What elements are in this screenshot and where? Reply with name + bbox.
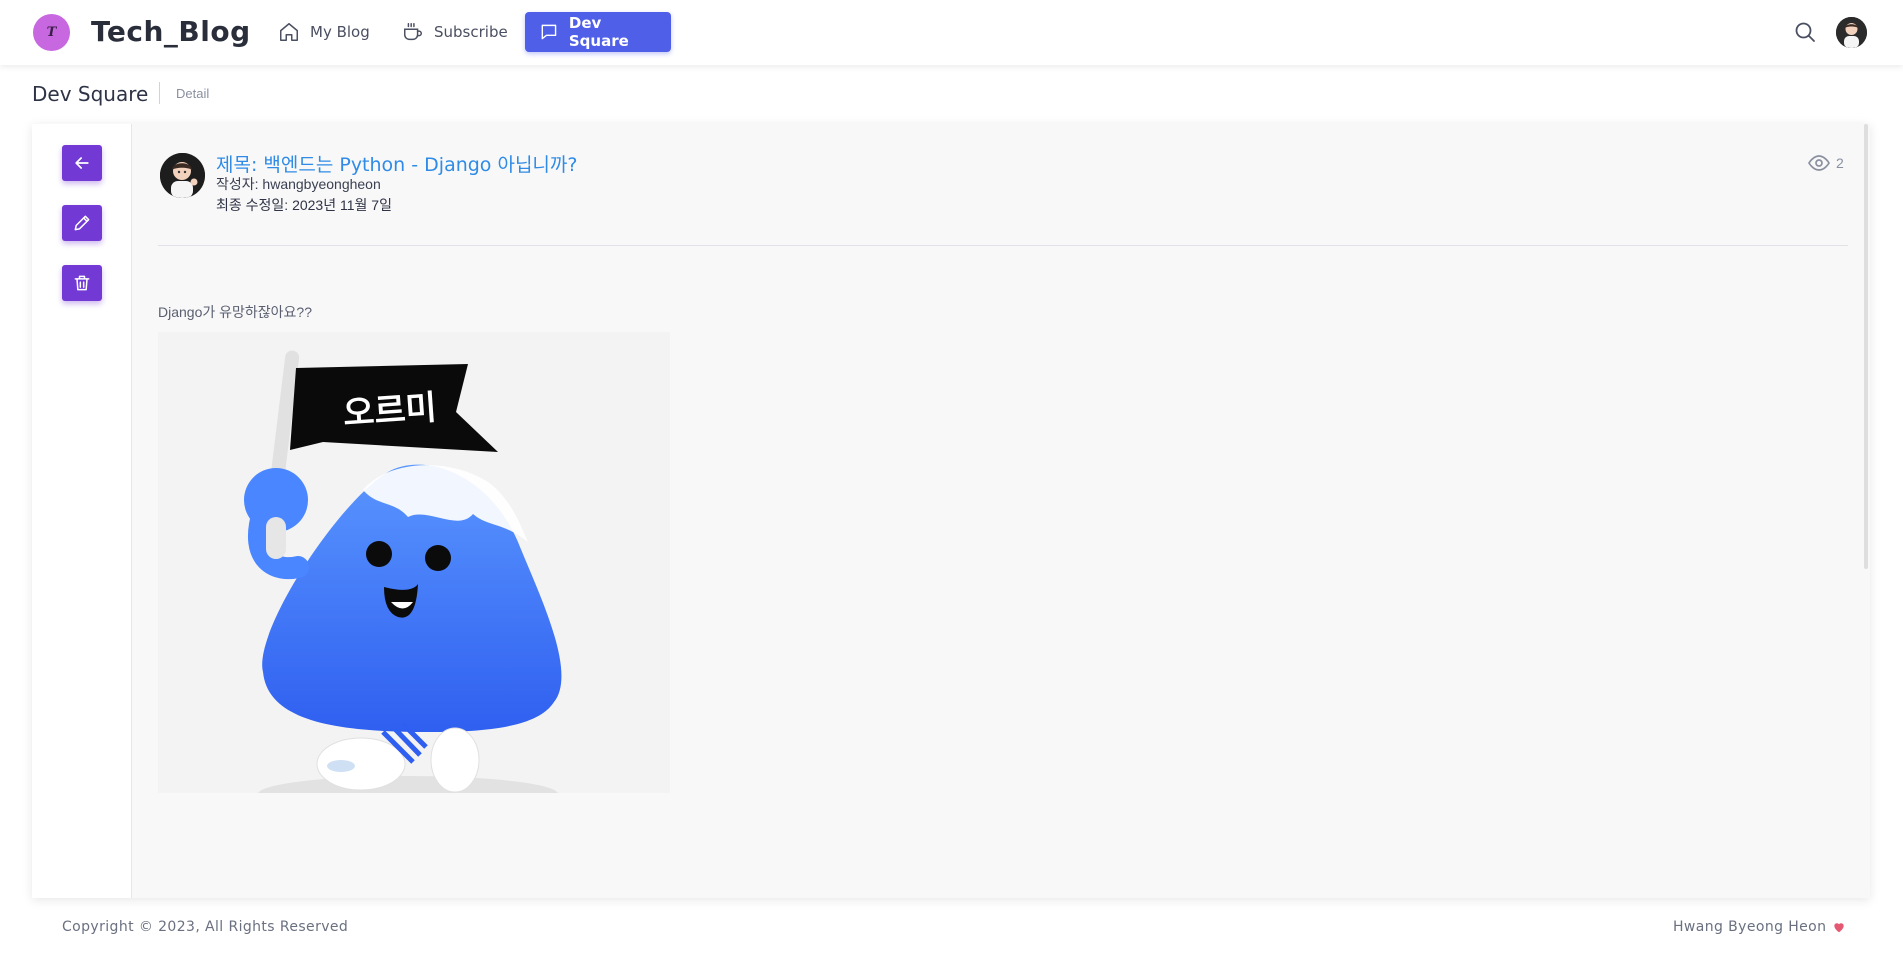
footer-author-name: Hwang Byeong Heon <box>1673 919 1827 935</box>
nav-my-blog[interactable]: My Blog <box>264 12 384 52</box>
author-avatar[interactable] <box>160 153 205 198</box>
brand-logo[interactable]: T <box>33 14 70 51</box>
nav-my-blog-label: My Blog <box>310 23 370 41</box>
heart-icon <box>1834 923 1845 933</box>
post-updated-date: 최종 수정일: 2023년 11월 7일 <box>216 197 392 213</box>
home-icon <box>280 23 298 41</box>
post-actions-panel <box>32 124 132 898</box>
post-body: Django가 유망하잖아요?? <box>158 304 312 320</box>
flag-text: 오르미 <box>342 388 438 434</box>
brand-logo-letter: T <box>46 25 57 40</box>
arrow-left-icon <box>75 157 89 169</box>
post-author: 작성자: hwangbyeongheon <box>216 176 381 192</box>
post-image: 오르미 <box>158 332 670 793</box>
user-avatar[interactable] <box>1836 17 1867 48</box>
trash-icon <box>74 275 90 291</box>
edit-button[interactable] <box>62 205 102 241</box>
page-title: Dev Square <box>32 82 149 106</box>
author-avatar-illustration <box>160 153 205 198</box>
eye-icon <box>1808 155 1830 171</box>
coffee-cup-icon <box>404 23 422 41</box>
delete-button[interactable] <box>62 265 102 301</box>
search-icon[interactable] <box>1793 20 1817 44</box>
view-count: 2 <box>1807 151 1844 175</box>
footer-author: Hwang Byeong Heon <box>1673 919 1846 935</box>
post-divider <box>158 245 1848 246</box>
breadcrumb-divider <box>159 82 160 104</box>
avatar-illustration <box>1836 17 1867 48</box>
view-count-value: 2 <box>1836 155 1844 171</box>
footer-copyright: Copyright © 2023, All Rights Reserved <box>62 919 349 935</box>
brand-name[interactable]: Tech_Blog <box>91 15 251 48</box>
nav-subscribe-label: Subscribe <box>434 23 508 41</box>
chat-bubble-icon <box>541 24 557 40</box>
nav-subscribe[interactable]: Subscribe <box>388 12 522 52</box>
pencil-icon <box>74 215 90 231</box>
back-button[interactable] <box>62 145 102 181</box>
breadcrumb-sub: Detail <box>176 86 210 101</box>
nav-dev-square-label: Dev Square <box>568 14 629 50</box>
post-title[interactable]: 제목: 백엔드는 Python - Django 아닙니까? <box>216 150 577 177</box>
post-detail-card: 제목: 백엔드는 Python - Django 아닙니까? 작성자: hwan… <box>32 124 1870 898</box>
top-navbar: T Tech_Blog My Blog Subscribe Dev Square <box>0 0 1903 65</box>
card-scrollbar[interactable] <box>1864 124 1868 569</box>
nav-dev-square[interactable]: Dev Square <box>525 12 671 52</box>
ormi-mascot-illustration: 오르미 <box>158 332 670 793</box>
